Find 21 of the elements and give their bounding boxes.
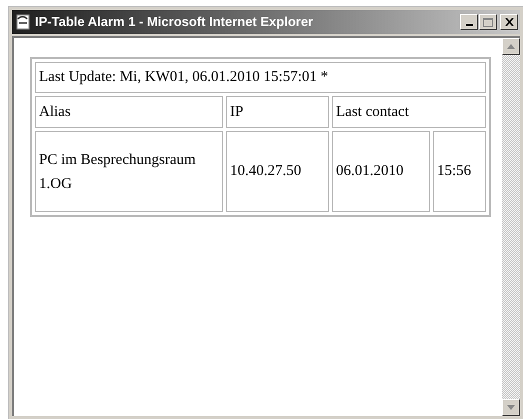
table-cell: 06.01.2010: [332, 131, 430, 212]
maximize-icon: [483, 18, 493, 26]
minimize-icon: [466, 24, 472, 26]
minimize-button[interactable]: [460, 14, 478, 30]
column-header: IP: [226, 96, 329, 128]
table-cell: 15:56: [433, 131, 486, 212]
column-header: Alias: [35, 96, 223, 128]
scrollbar[interactable]: [502, 38, 520, 416]
close-button[interactable]: [500, 14, 518, 30]
update-timestamp-cell: Last Update: Mi, KW01, 06.01.2010 15:57:01 *: [35, 62, 486, 93]
table-cell: PC im Besprechungsraum 1.OG: [35, 131, 223, 212]
maximize-button[interactable]: [479, 14, 497, 30]
scroll-down-button[interactable]: [502, 399, 520, 416]
column-header: Last contact: [332, 96, 486, 128]
window-title: IP-Table Alarm 1 - Microsoft Internet Explorer: [35, 13, 314, 32]
document-icon: [14, 13, 32, 31]
scroll-up-button[interactable]: [502, 38, 520, 55]
up-arrow-icon: [507, 44, 515, 49]
down-arrow-icon: [507, 405, 515, 410]
table-cell: 10.40.27.50: [226, 131, 329, 212]
close-icon: [504, 18, 514, 26]
